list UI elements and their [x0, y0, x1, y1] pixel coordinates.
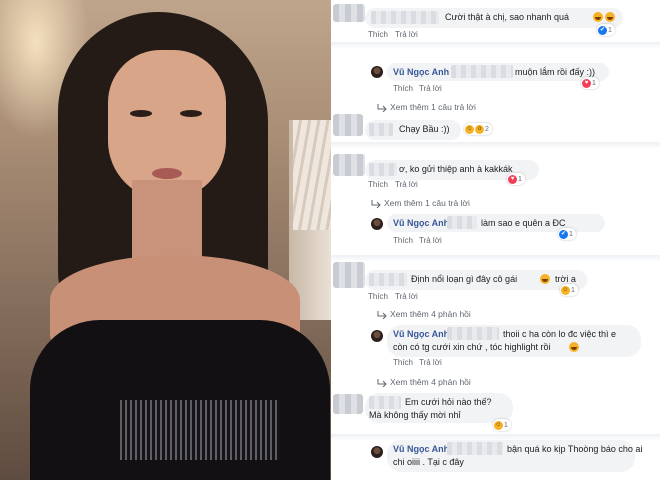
redacted-mention	[447, 442, 503, 455]
view-more-replies[interactable]: Xem thêm 1 câu trả lời	[377, 102, 476, 112]
comment-text: Em cưới hỏi nào thế?	[405, 397, 492, 407]
redacted-mention	[447, 216, 477, 229]
redacted-name	[369, 273, 407, 286]
portrait-photo	[0, 0, 331, 480]
avatar-redacted[interactable]	[333, 154, 365, 176]
redacted-name	[369, 123, 393, 136]
haha-reaction-icon: ☺	[561, 285, 570, 295]
redacted-mention	[451, 65, 513, 78]
comment-text-line2: Mà không thấy mời nhỉ	[369, 410, 461, 420]
lips	[152, 168, 182, 179]
avatar-redacted[interactable]	[333, 394, 363, 414]
like-link[interactable]: Thích	[368, 292, 388, 301]
reply-arrow-icon	[377, 310, 387, 319]
like-link[interactable]: Thích	[368, 30, 388, 39]
author-name[interactable]: Vũ Ngọc Anh	[393, 329, 449, 339]
like-link[interactable]: Thích	[393, 358, 413, 367]
reply-text: thoii c ha còn lo đc việc thì e	[503, 329, 617, 339]
reply-link[interactable]: Trả lời	[395, 180, 418, 189]
wow-reaction-icon: o	[475, 124, 484, 134]
reply-arrow-icon	[371, 199, 381, 208]
avatar[interactable]	[371, 446, 383, 458]
redacted-name	[369, 396, 401, 409]
haha-reaction-icon: ☺	[465, 124, 474, 134]
like-reaction-icon: ✔	[559, 229, 568, 239]
avatar-redacted[interactable]	[333, 262, 365, 288]
author-name[interactable]: Vũ Ngọc Anh	[393, 218, 449, 228]
author-name[interactable]: Vũ Ngọc Anh	[393, 67, 449, 77]
view-more-replies[interactable]: Xem thêm 4 phản hồi	[377, 377, 471, 387]
reaction-count[interactable]: ♥ 1	[581, 77, 599, 89]
comment-text: Định nổi loạn gì đây cô gái	[411, 274, 518, 284]
eye-right	[180, 110, 202, 117]
reaction-count[interactable]: ☺ o 2	[464, 123, 492, 135]
like-link[interactable]: Thích	[393, 236, 413, 245]
comment-text: Chạy Bầu :))	[399, 124, 450, 134]
like-link[interactable]: Thích	[393, 84, 413, 93]
reaction-count[interactable]: ☺ 1	[493, 419, 511, 431]
haha-reaction-icon: ☺	[494, 420, 503, 430]
reply-arrow-icon	[377, 103, 387, 112]
divider	[331, 142, 660, 149]
reply-text: làm sao e quên a ĐC	[481, 218, 566, 228]
reply-link[interactable]: Trả lời	[419, 84, 442, 93]
love-reaction-icon: ♥	[508, 174, 517, 184]
divider	[331, 255, 660, 262]
avatar[interactable]	[371, 330, 383, 342]
reply-arrow-icon	[377, 378, 387, 387]
reply-link[interactable]: Trả lời	[419, 236, 442, 245]
reply-text: muộn lắm rồi đấy :))	[515, 67, 596, 77]
reaction-count[interactable]: ☺ 1	[560, 284, 578, 296]
like-reaction-icon: ✔	[598, 25, 607, 35]
reply-text-line2: chi oiiii . Tại c đây	[393, 457, 464, 467]
eye-left	[130, 110, 152, 117]
avatar-redacted[interactable]	[333, 4, 365, 22]
reaction-count[interactable]: ✔ 1	[558, 228, 576, 240]
comment-text: ơ, ko gửi thiệp anh à kakkák	[399, 164, 513, 174]
redacted-name	[369, 163, 397, 176]
redacted-name	[371, 11, 439, 24]
divider	[331, 42, 660, 49]
reply-text: bận quá ko kịp Thoòng báo cho ai	[507, 444, 643, 454]
dress-fringe	[120, 400, 280, 460]
reaction-count[interactable]: ♥ 1	[507, 173, 525, 185]
laugh-emoji-icon	[593, 12, 603, 22]
tongue-emoji-icon	[540, 274, 550, 284]
love-reaction-icon: ♥	[582, 78, 591, 88]
laugh-emoji-icon	[569, 342, 579, 352]
comments-panel: Cười thật à chị, sao nhanh quá ✔ 1 Thích …	[331, 0, 660, 480]
like-link[interactable]: Thích	[368, 180, 388, 189]
reply-link[interactable]: Trả lời	[395, 30, 418, 39]
avatar[interactable]	[371, 218, 383, 230]
redacted-mention	[447, 327, 499, 340]
reply-text-line2: còn có tg cưới xin chứ , tóc highlight r…	[393, 342, 551, 352]
avatar-redacted[interactable]	[333, 114, 363, 136]
view-more-replies[interactable]: Xem thêm 1 câu trả lời	[371, 198, 470, 208]
lamp-shade	[293, 120, 331, 230]
reaction-count[interactable]: ✔ 1	[597, 24, 615, 36]
view-more-replies[interactable]: Xem thêm 4 phản hồi	[377, 309, 471, 319]
reply-link[interactable]: Trả lời	[419, 358, 442, 367]
reply-link[interactable]: Trả lời	[395, 292, 418, 301]
author-name[interactable]: Vũ Ngọc Anh	[393, 444, 449, 454]
comment-text: Cười thật à chị, sao nhanh quá	[445, 12, 570, 22]
avatar[interactable]	[371, 66, 383, 78]
laugh-emoji-icon	[605, 12, 615, 22]
comment-text-tail: trời a	[555, 274, 576, 284]
